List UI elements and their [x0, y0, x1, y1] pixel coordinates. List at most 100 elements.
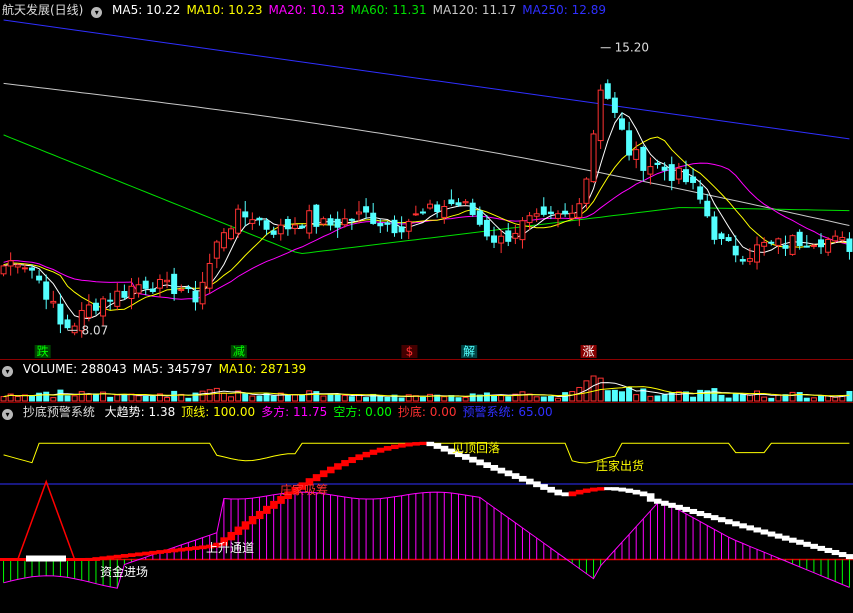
- volume-bar: [363, 397, 370, 402]
- ma20-line: [3, 162, 850, 300]
- trend-block: [774, 533, 783, 539]
- volume-bar: [590, 375, 597, 402]
- trend-block: [518, 475, 527, 482]
- volume-bar: [540, 396, 547, 402]
- trend-block: [362, 451, 371, 458]
- indicator-annotation: 见顶回落: [452, 441, 500, 455]
- volume-bar: [220, 392, 227, 402]
- candle: [739, 259, 746, 262]
- candle: [292, 224, 298, 229]
- volume-bar: [618, 391, 625, 402]
- bottom-bar: [25, 555, 66, 562]
- candle: [725, 237, 732, 242]
- event-marker: 涨: [583, 344, 595, 359]
- event-marker: 跌: [37, 344, 49, 359]
- volume-bar: [135, 395, 142, 402]
- candle: [441, 206, 448, 218]
- volume-bar: [348, 396, 355, 402]
- trend-block: [625, 488, 634, 493]
- candle: [64, 319, 71, 329]
- low-price-label: 8.07: [82, 323, 109, 337]
- candle: [647, 166, 654, 175]
- trend-block: [803, 541, 811, 547]
- volume-bar: [114, 394, 121, 402]
- candle: [704, 200, 711, 217]
- trend-block: [668, 502, 676, 508]
- candle: [21, 267, 28, 270]
- trend-block: [717, 517, 726, 523]
- candle: [618, 118, 625, 130]
- candle: [597, 89, 604, 142]
- candle: [434, 204, 441, 213]
- candle: [590, 133, 597, 183]
- trend-block: [732, 521, 740, 527]
- candle: [469, 202, 476, 215]
- candle: [732, 245, 739, 256]
- volume-bar: [299, 394, 306, 402]
- candle: [220, 232, 227, 249]
- candle: [299, 225, 306, 229]
- trend-block: [184, 546, 193, 551]
- trend-block: [149, 550, 157, 555]
- volume-bar: [455, 397, 462, 402]
- volume-bar: [142, 395, 149, 402]
- candle: [789, 235, 796, 255]
- volume-bar: [789, 391, 796, 402]
- trend-block: [312, 474, 321, 482]
- candle: [832, 235, 839, 242]
- candle: [171, 273, 178, 295]
- trend-block: [426, 441, 435, 447]
- trend-block: [163, 549, 172, 554]
- candle: [839, 236, 846, 241]
- volume-bar: [64, 395, 71, 402]
- candle: [576, 203, 583, 218]
- candle: [640, 146, 647, 171]
- trend-block: [469, 456, 477, 463]
- trend-block: [113, 554, 122, 559]
- trend-block: [682, 506, 691, 512]
- volume-bar: [469, 393, 476, 402]
- candle: [825, 238, 832, 253]
- trend-block: [319, 470, 328, 478]
- volume-bar: [419, 396, 426, 402]
- volume-bar: [149, 395, 156, 402]
- trend-block: [561, 492, 570, 497]
- volume-bar: [43, 391, 50, 402]
- volume-bar: [690, 396, 697, 402]
- trend-block: [554, 489, 563, 496]
- candle: [555, 213, 561, 219]
- trend-block: [191, 546, 200, 550]
- trend-block: [255, 510, 264, 520]
- ma10-line: [3, 136, 850, 311]
- trend-block: [120, 554, 129, 558]
- candle: [185, 287, 192, 290]
- candle: [427, 203, 434, 209]
- trend-block: [142, 551, 150, 556]
- trend-block: [156, 550, 164, 554]
- trend-block: [348, 457, 356, 464]
- candle: [746, 258, 753, 262]
- candle: [675, 167, 682, 180]
- trend-block: [575, 489, 584, 495]
- volume-bar: [633, 394, 640, 402]
- kline-chart[interactable]: 15.20 8.07 跌 减 $ 解 涨资金进场 上升通道 庄家吸筹 见顶回落庄家出货: [0, 0, 853, 613]
- candle: [178, 288, 185, 292]
- candle: [668, 164, 675, 181]
- trend-block: [739, 523, 747, 529]
- trend-block: [838, 552, 847, 558]
- candle: [370, 212, 377, 224]
- volume-bar: [0, 396, 7, 402]
- volume-bar: [121, 394, 128, 402]
- candle: [803, 245, 810, 248]
- volume-bar: [491, 395, 498, 402]
- trend-block: [568, 491, 577, 497]
- trend-block: [696, 511, 705, 517]
- trend-block: [85, 557, 93, 561]
- volume-bar: [256, 395, 263, 402]
- candle: [348, 218, 355, 221]
- trend-block: [383, 446, 392, 451]
- indicator-annotation: 庄家出货: [596, 458, 644, 473]
- event-marker: 减: [233, 345, 245, 359]
- volume-bar: [28, 395, 35, 402]
- candle: [270, 230, 277, 235]
